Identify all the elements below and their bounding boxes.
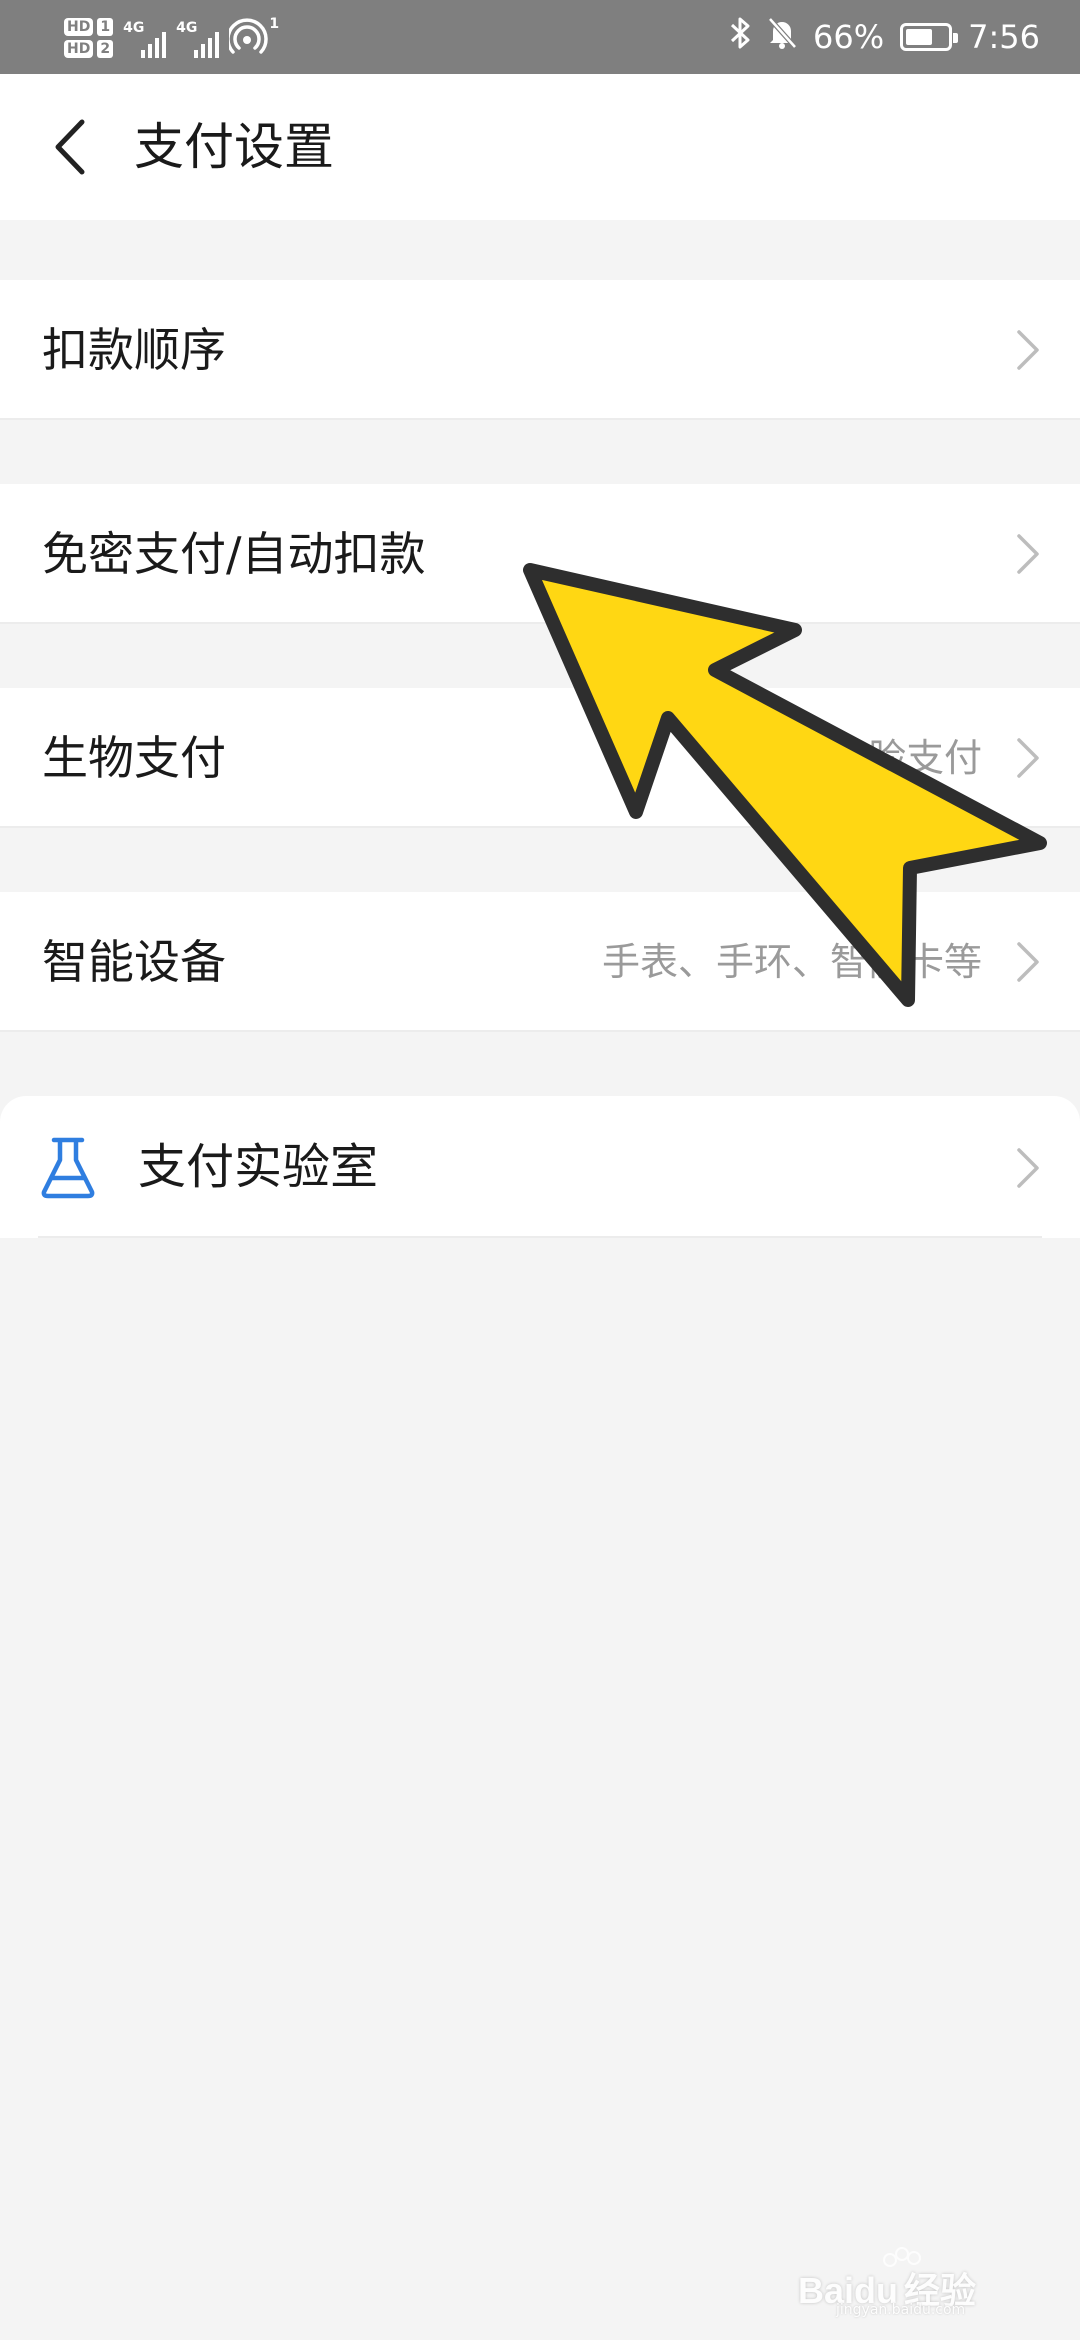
divider <box>38 1236 1042 1238</box>
battery-percent: 66% <box>813 18 885 56</box>
row-password-free-payment[interactable]: 免密支付/自动扣款 <box>0 484 1080 624</box>
bluetooth-icon <box>729 16 751 58</box>
chevron-right-icon <box>1017 534 1039 574</box>
hd-badge: HD <box>64 40 94 58</box>
row-deduction-order[interactable]: 扣款顺序 <box>0 280 1080 420</box>
screen: HD 1 HD 2 4G 4G 1 66% 7:56 支付设置 扣款顺序 免密支… <box>0 0 1080 2340</box>
mute-bell-icon <box>767 16 797 58</box>
flask-icon <box>41 1137 95 1199</box>
network-type: 4G <box>123 20 145 36</box>
chevron-right-icon <box>1017 738 1039 778</box>
sim-number: 1 <box>97 18 114 36</box>
row-payment-lab[interactable]: 支付实验室 <box>0 1096 1080 1238</box>
network-type: 4G <box>176 20 198 36</box>
sim-indicators: HD 1 HD 2 <box>64 18 114 58</box>
wifi-hotspot-icon: 1 <box>226 16 279 58</box>
row-label: 支付实验室 <box>138 1139 379 1195</box>
battery-icon <box>900 23 959 51</box>
row-label: 免密支付/自动扣款 <box>42 527 426 581</box>
back-button[interactable] <box>40 114 100 180</box>
status-right: 66% 7:56 <box>729 0 1040 74</box>
status-left: HD 1 HD 2 4G 4G 1 <box>64 8 279 68</box>
hd-badge: HD <box>64 18 94 36</box>
app-header: 支付设置 <box>0 74 1080 220</box>
row-biometric-payment[interactable]: 生物支付 指纹、人脸支付 <box>0 688 1080 828</box>
row-label: 智能设备 <box>42 935 226 989</box>
sim-number: 2 <box>97 40 114 58</box>
row-label: 扣款顺序 <box>42 323 226 377</box>
hotspot-count: 1 <box>269 16 280 32</box>
signal-strength-icon: 4G <box>176 18 220 58</box>
clock: 7:56 <box>968 18 1040 56</box>
page-title: 支付设置 <box>134 118 334 176</box>
chevron-left-icon <box>55 119 85 175</box>
row-label: 生物支付 <box>42 731 226 785</box>
chevron-right-icon <box>1017 1148 1039 1188</box>
row-subtitle: 指纹、人脸支付 <box>715 736 982 780</box>
row-subtitle: 手表、手环、智能卡等 <box>601 940 982 984</box>
status-bar: HD 1 HD 2 4G 4G 1 66% 7:56 <box>0 0 1080 74</box>
signal-strength-icon: 4G <box>123 18 167 58</box>
chevron-right-icon <box>1017 330 1039 370</box>
baidu-watermark: Baidu 经验 jingyan.baidu.com <box>798 2244 1028 2320</box>
row-smart-devices[interactable]: 智能设备 手表、手环、智能卡等 <box>0 892 1080 1032</box>
chevron-right-icon <box>1017 942 1039 982</box>
watermark-url: jingyan.baidu.com <box>836 2302 966 2318</box>
